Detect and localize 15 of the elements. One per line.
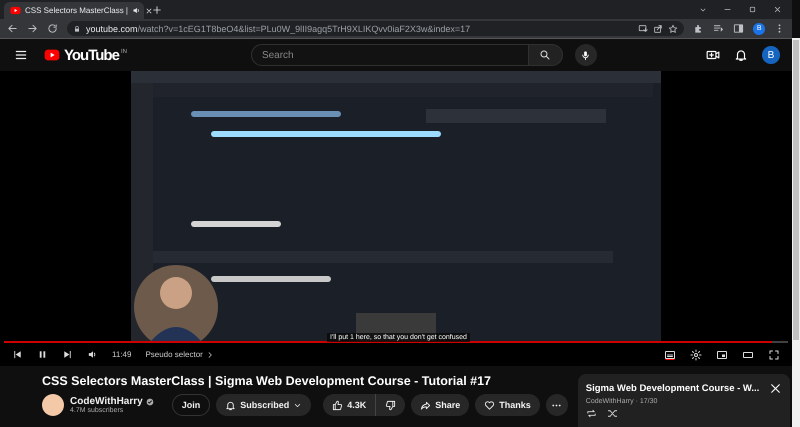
logo-wordmark: YouTube [64, 46, 119, 64]
share-button[interactable]: Share [411, 394, 470, 416]
join-button[interactable]: Join [172, 394, 210, 416]
video-title: CSS Selectors MasterClass | Sigma Web Development Course - Tutorial #17 [42, 374, 492, 388]
chapter-link[interactable]: Pseudo selector [145, 350, 214, 359]
subscribe-button[interactable]: Subscribed [216, 394, 312, 416]
tab-title: CSS Selectors MasterClass | [25, 6, 128, 15]
playlist-title[interactable]: Sigma Web Development Course - W... [586, 383, 763, 394]
channel-name[interactable]: CodeWithHarry [70, 396, 143, 407]
search-field[interactable]: Search [250, 44, 529, 66]
url-text: youtube.com/watch?v=1cEG1T8beO4&list=PLu0W_9lII9agq5TrH9XLIKQvv0iaF2X3w&index=17 [86, 24, 472, 34]
time-display: 11:49 [112, 350, 132, 359]
account-avatar[interactable]: B [762, 46, 780, 64]
address-bar[interactable]: youtube.com/watch?v=1cEG1T8beO4&list=PLu0W_9lII9agq5TrH9XLIKQvv0iaF2X3w&index=17 [67, 21, 684, 36]
thanks-button[interactable]: Thanks [475, 394, 540, 416]
